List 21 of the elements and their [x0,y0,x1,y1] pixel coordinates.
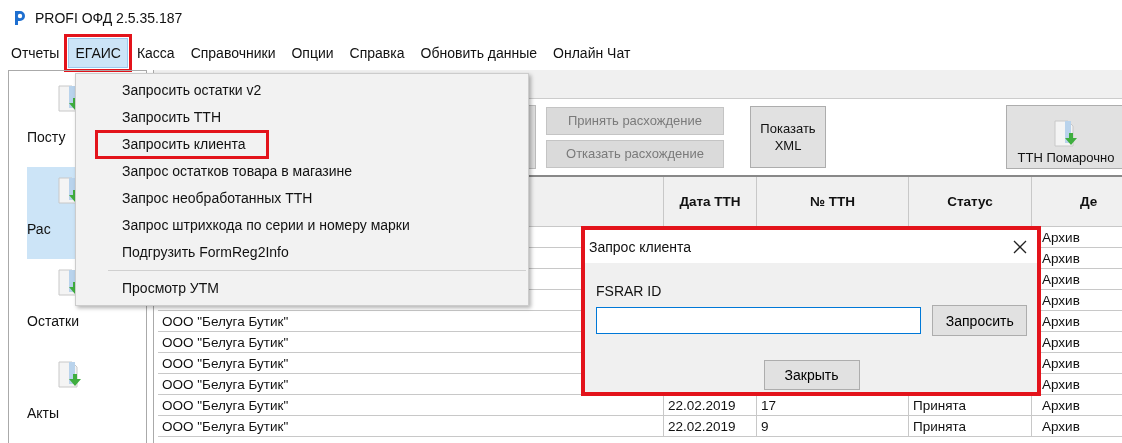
table-cell-text: Архив [1041,334,1081,352]
table-cell-text: Архив [1041,313,1081,331]
table-cell-text: Архив [1041,250,1081,268]
table-cell: 9 [757,416,909,436]
table-cell-text: Архив [1041,397,1081,415]
table-cell-text: Архив [1041,292,1081,310]
table-cell-text: Архив [1041,229,1081,247]
field-label: FSRAR ID [596,283,663,299]
table-cell-text: Архив [1041,271,1081,289]
table-cell: ООО "Белуга Бутик" [158,416,664,436]
table-cell: 22.02.2019 [664,416,757,436]
sidebar-label: Рас [27,221,51,237]
window-title: PROFI ОФД 2.5.35.187 [35,10,183,26]
sidebar-label: Остатки [27,313,79,329]
table-cell-text: Архив [1041,355,1081,373]
sidebar-label: Посту [27,129,66,145]
table-cell-text: Архив [1041,376,1081,394]
table-cell-text: Архив [1041,418,1081,436]
sidebar-label: Акты [27,405,60,421]
table-cell: Принята [909,416,1032,436]
dialog-title: Запрос клиента [589,238,692,255]
